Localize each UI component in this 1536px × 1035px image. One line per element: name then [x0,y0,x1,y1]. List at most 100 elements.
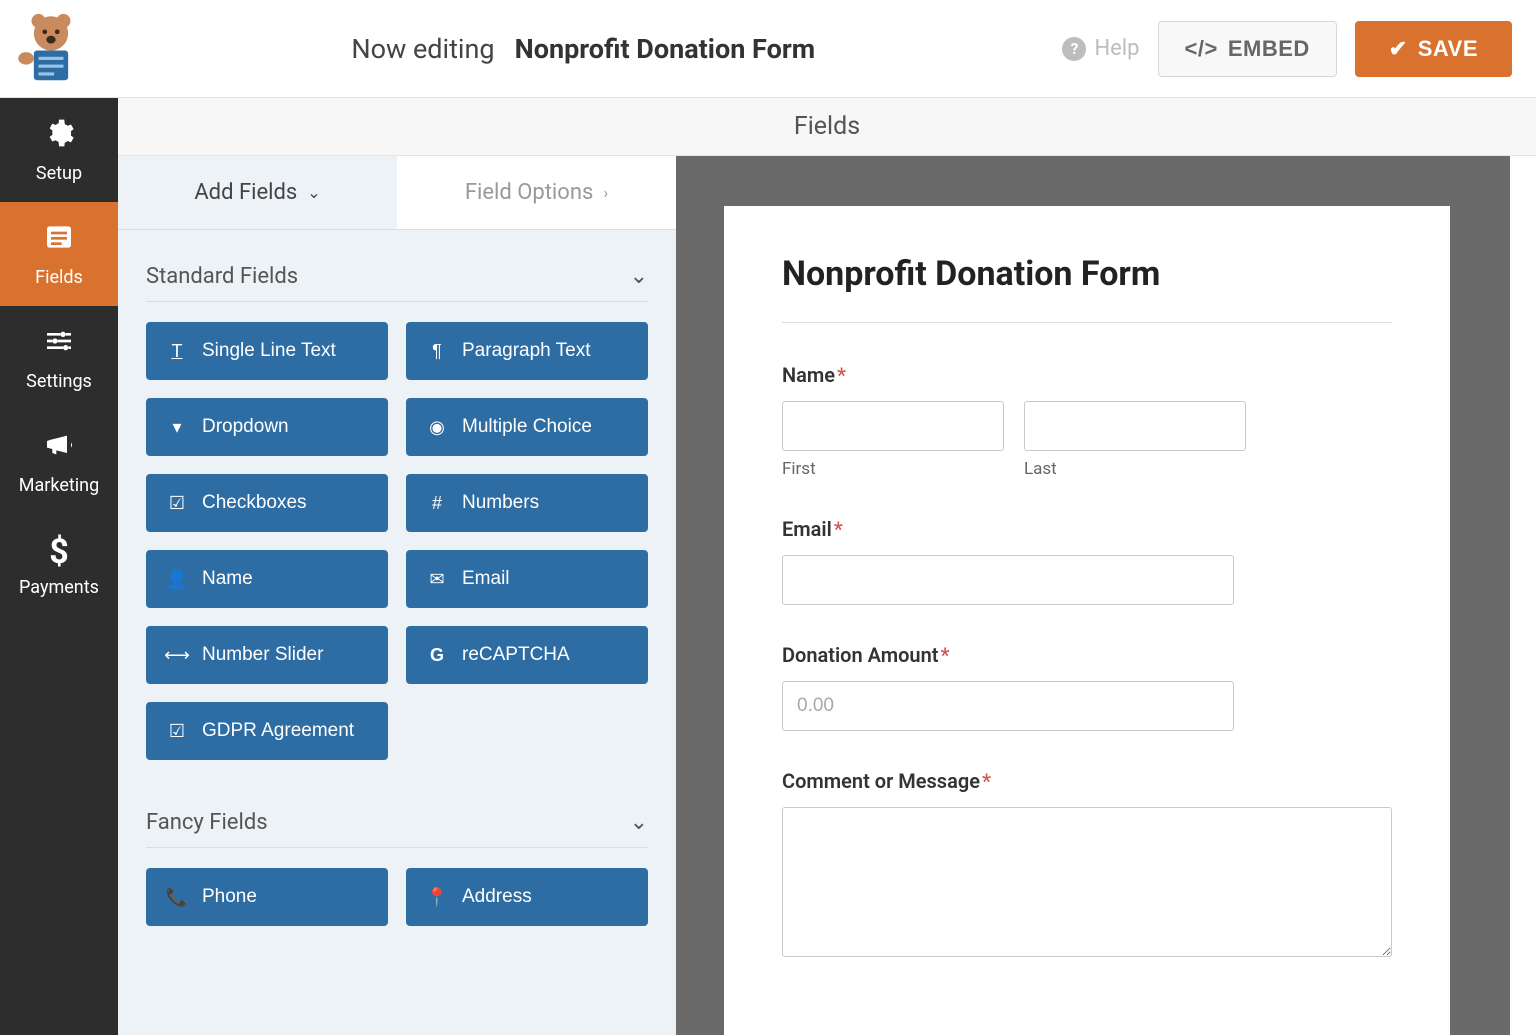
donation-label: Donation Amount* [782,643,1392,667]
wpforms-logo-icon [12,10,90,88]
save-label: SAVE [1418,36,1478,62]
sliders-icon [43,325,75,363]
name-label: Name* [782,363,1392,387]
field-recaptcha[interactable]: GreCAPTCHA [406,626,648,684]
field-label: Single Line Text [202,340,336,362]
form-card[interactable]: Nonprofit Donation Form Name* First [724,206,1450,1035]
gear-icon [43,117,75,155]
field-label: Number Slider [202,644,323,666]
field-dropdown[interactable]: ▾Dropdown [146,398,388,456]
editing-title: Now editing Nonprofit Donation Form [104,33,1062,65]
right-gutter [1510,156,1536,1035]
nav-setup-label: Setup [36,163,82,184]
section-standard-fields[interactable]: Standard Fields ⌄ [146,254,648,302]
required-asterisk: * [837,363,846,387]
field-number-slider[interactable]: ⟷ Number Slider [146,626,388,684]
first-name-input[interactable] [782,401,1004,451]
check-square-icon: ☑ [166,493,188,514]
comment-textarea[interactable] [782,807,1392,957]
nav-setup[interactable]: Setup [0,98,118,202]
form-field-email[interactable]: Email* [782,517,1392,605]
tab-field-options[interactable]: Field Options › [397,156,676,229]
form-field-donation[interactable]: Donation Amount* [782,643,1392,731]
field-label: Paragraph Text [462,340,591,362]
field-label: Checkboxes [202,492,307,514]
nav-payments[interactable]: $ Payments [0,514,118,618]
first-sublabel: First [782,459,1004,479]
radio-icon: ◉ [426,417,448,438]
field-checkboxes[interactable]: ☑ Checkboxes [146,474,388,532]
required-asterisk: * [982,769,991,793]
help-link[interactable]: ? Help [1062,36,1139,61]
left-nav: Setup Fields Settings Marketing [0,98,118,1035]
slider-icon: ⟷ [166,645,188,666]
caret-square-icon: ▾ [166,417,188,438]
panel-scroll[interactable]: Standard Fields ⌄ T Single Line Text ¶ Par… [118,230,676,1035]
field-paragraph-text[interactable]: ¶ Paragraph Text [406,322,648,380]
tab-add-fields[interactable]: Add Fields ⌄ [118,156,397,229]
field-gdpr[interactable]: ☑GDPR Agreement [146,702,388,760]
help-label: Help [1094,36,1139,61]
fancy-fields-label: Fancy Fields [146,810,268,835]
form-title: Nonprofit Donation Form [782,254,1392,294]
save-button[interactable]: ✔ SAVE [1355,21,1512,77]
nav-settings[interactable]: Settings [0,306,118,410]
last-name-input[interactable] [1024,401,1246,451]
embed-button[interactable]: </> EMBED [1158,21,1337,77]
chevron-down-icon: ⌄ [307,183,320,202]
dollar-icon: $ [49,535,69,569]
required-asterisk: * [940,643,949,667]
nav-fields[interactable]: Fields [0,202,118,306]
paragraph-icon: ¶ [426,341,448,362]
google-icon: G [426,645,448,666]
field-label: Address [462,886,532,908]
chevron-right-icon: › [603,183,608,202]
field-multiple-choice[interactable]: ◉Multiple Choice [406,398,648,456]
donation-input[interactable] [782,681,1234,731]
tab-add-label: Add Fields [194,180,297,205]
comment-label: Comment or Message* [782,769,1392,793]
text-icon: T [166,341,188,362]
field-phone[interactable]: 📞 Phone [146,868,388,926]
email-input[interactable] [782,555,1234,605]
editing-prefix: Now editing [351,33,494,65]
form-field-comment[interactable]: Comment or Message* [782,769,1392,961]
logo[interactable] [12,10,104,88]
field-label: Numbers [462,492,539,514]
chevron-down-icon: ⌄ [630,264,648,289]
field-email[interactable]: ✉ Email [406,550,648,608]
list-icon [43,221,75,259]
fields-header: Fields [118,98,1536,156]
help-icon: ? [1062,37,1086,61]
fields-panel: Add Fields ⌄ Field Options › Standard Fi… [118,156,676,1035]
hash-icon: # [426,493,448,514]
field-numbers[interactable]: # Numbers [406,474,648,532]
bullhorn-icon [43,429,75,467]
divider [782,322,1392,323]
check-square-icon: ☑ [166,721,188,742]
user-icon: 👤 [166,569,188,590]
nav-marketing-label: Marketing [19,475,99,496]
nav-fields-label: Fields [35,267,83,288]
chevron-down-icon: ⌄ [630,810,648,835]
standard-fields-label: Standard Fields [146,264,298,289]
code-icon: </> [1185,36,1218,62]
form-field-name[interactable]: Name* First Last [782,363,1392,479]
field-single-line-text[interactable]: T Single Line Text [146,322,388,380]
email-label: Email* [782,517,1392,541]
field-address[interactable]: 📍 Address [406,868,648,926]
nav-marketing[interactable]: Marketing [0,410,118,514]
field-label: Email [462,568,510,590]
section-fancy-fields[interactable]: Fancy Fields ⌄ [146,792,648,848]
phone-icon: 📞 [166,887,188,908]
map-pin-icon: 📍 [426,887,448,908]
field-label: Phone [202,886,257,908]
label-text: Email [782,517,832,541]
envelope-icon: ✉ [426,569,448,590]
field-label: reCAPTCHA [462,644,570,666]
field-name[interactable]: 👤Name [146,550,388,608]
tab-options-label: Field Options [465,180,593,205]
embed-label: EMBED [1228,36,1310,62]
label-text: Comment or Message [782,769,980,793]
form-name: Nonprofit Donation Form [515,33,815,65]
